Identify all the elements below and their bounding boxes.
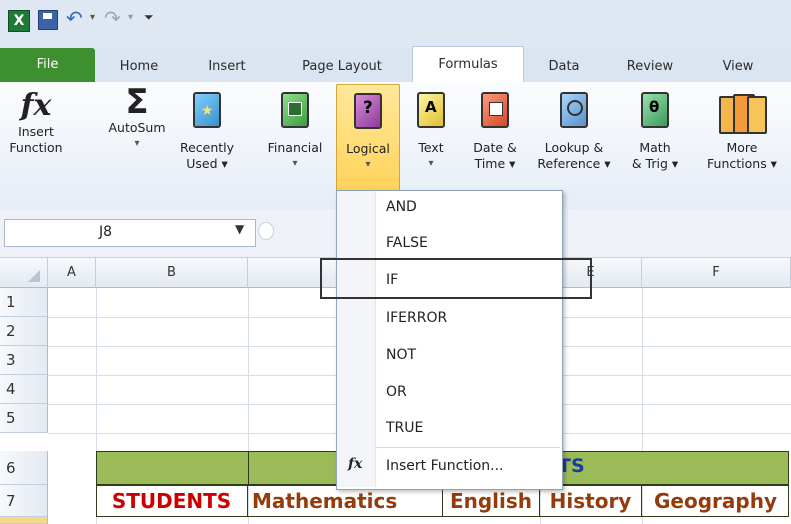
more-functions-button[interactable]: More Functions ▾ [694, 84, 790, 194]
column-header-b[interactable]: B [96, 258, 248, 288]
save-icon[interactable] [38, 10, 58, 30]
menu-item-false[interactable]: FALSE [386, 235, 428, 251]
green-header-divider [248, 451, 249, 485]
tab-insert[interactable]: Insert [192, 52, 262, 82]
math-trig-book-icon: θ [636, 92, 674, 132]
cell-students[interactable]: STUDENTS [96, 485, 248, 517]
column-header-a[interactable]: A [48, 258, 96, 288]
row-header-7[interactable]: 7 [0, 485, 48, 517]
menu-item-iferror[interactable]: IFERROR [386, 310, 447, 326]
tab-home[interactable]: Home [108, 52, 170, 82]
recently-used-button[interactable]: ★ Recently Used ▾ [176, 84, 238, 194]
more-functions-books-icon [719, 92, 767, 134]
menu-icon-gutter [337, 191, 376, 487]
fx-icon: fx [20, 88, 52, 123]
quick-access-toolbar: X ↶ ▾ ↷ ▾ ⏷ [0, 0, 791, 48]
menu-item-or[interactable]: OR [386, 384, 407, 400]
row-header-2[interactable]: 2 [0, 317, 48, 346]
menu-item-and[interactable]: AND [386, 199, 417, 215]
name-box[interactable]: J8 ▼ [4, 219, 256, 247]
tab-view[interactable]: View [708, 52, 768, 82]
cell-geography[interactable]: Geography [642, 485, 789, 517]
row-header-1[interactable]: 1 [0, 288, 48, 317]
formula-bar-divider-icon [258, 222, 274, 240]
text-button[interactable]: A Text ▾ [408, 84, 454, 194]
row-header-3[interactable]: 3 [0, 346, 48, 375]
row-header-5[interactable]: 5 [0, 404, 48, 433]
logical-book-icon: ? [349, 93, 387, 133]
date-time-book-icon [476, 92, 514, 132]
sigma-icon: Σ [125, 82, 149, 122]
row-header-6[interactable]: 6 [0, 451, 48, 485]
insert-function-button[interactable]: fx Insert Function [6, 84, 66, 194]
tab-file[interactable]: File [0, 48, 95, 82]
text-book-icon: A [412, 92, 450, 132]
lookup-reference-button[interactable]: Lookup & Reference ▾ [530, 84, 618, 194]
recently-used-book-icon: ★ [188, 92, 226, 132]
select-all-corner[interactable] [0, 258, 48, 288]
tab-formulas[interactable]: Formulas [412, 46, 524, 83]
menu-item-true[interactable]: TRUE [386, 420, 423, 436]
autosum-button[interactable]: Σ AutoSum ▾ [104, 84, 170, 194]
redo-dropdown[interactable]: ▾ [128, 12, 133, 23]
undo-dropdown[interactable]: ▾ [90, 12, 95, 23]
menu-item-insert-function[interactable]: Insert Function... [386, 458, 504, 474]
tab-data[interactable]: Data [534, 52, 594, 82]
redo-icon[interactable]: ↷ [104, 6, 121, 30]
menu-separator [376, 447, 560, 448]
lookup-book-icon [555, 92, 593, 132]
row-header-4[interactable]: 4 [0, 375, 48, 404]
name-box-dropdown-icon[interactable]: ▼ [235, 222, 244, 236]
column-header-f[interactable]: F [642, 258, 791, 288]
name-box-value: J8 [99, 224, 113, 240]
math-trig-button[interactable]: θ Math & Trig ▾ [624, 84, 686, 194]
menu-item-not[interactable]: NOT [386, 347, 416, 363]
customize-qat-icon[interactable]: ⏷ [144, 10, 154, 25]
financial-button[interactable]: Financial ▾ [258, 84, 332, 194]
excel-logo-icon: X [8, 10, 30, 32]
fx-small-icon: fx [348, 456, 363, 472]
undo-icon[interactable]: ↶ [66, 6, 83, 30]
date-time-button[interactable]: Date & Time ▾ [464, 84, 526, 194]
row-header-8-partial[interactable] [0, 517, 48, 524]
tab-page-layout[interactable]: Page Layout [282, 52, 402, 82]
financial-book-icon [276, 92, 314, 132]
select-all-triangle-icon [28, 270, 40, 282]
tab-review[interactable]: Review [614, 52, 686, 82]
if-highlight-box [320, 258, 592, 299]
logical-button[interactable]: ? Logical ▾ [336, 84, 400, 192]
